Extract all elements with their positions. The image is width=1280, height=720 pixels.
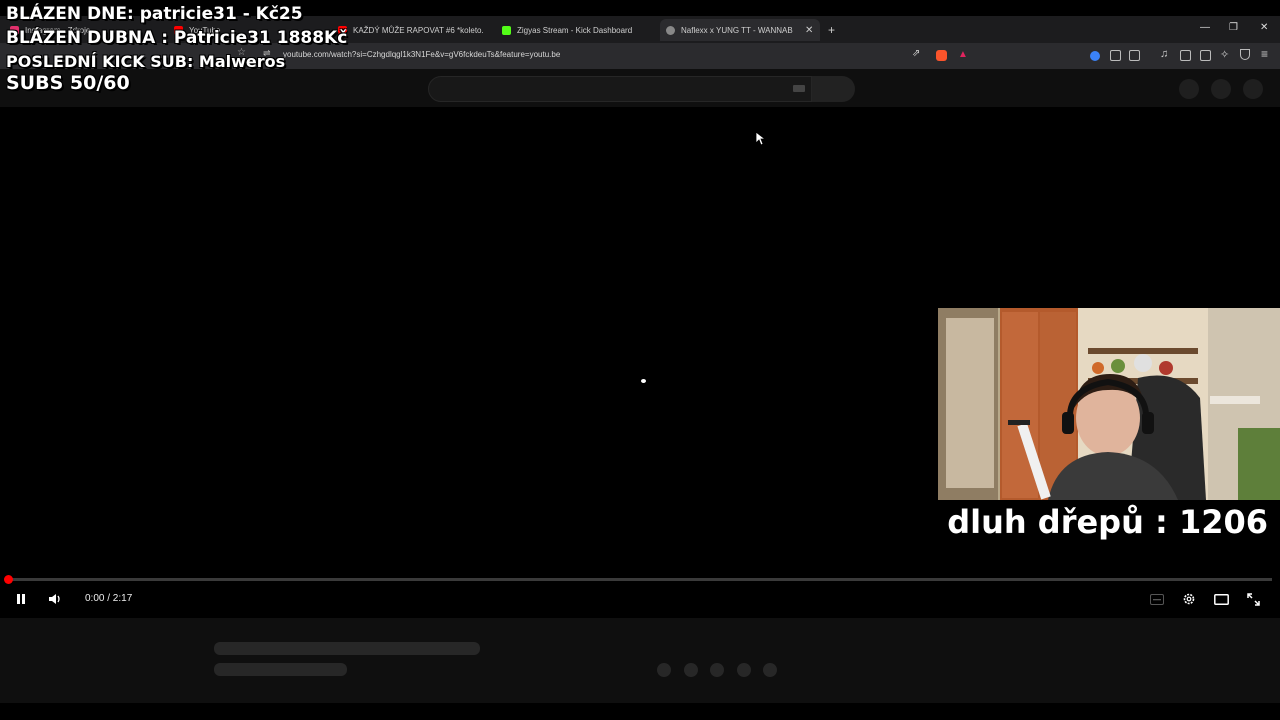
- theater-mode-button[interactable]: [1212, 590, 1230, 608]
- overlay-last-kick-sub: POSLEDNÍ KICK SUB: Malweros: [6, 52, 286, 71]
- wallet-icon[interactable]: [1200, 50, 1211, 61]
- brave-rewards-icon[interactable]: ▲: [958, 49, 968, 60]
- kick-icon: [502, 25, 511, 35]
- channel-skeleton: [214, 663, 347, 676]
- create-icon[interactable]: [1179, 79, 1199, 99]
- overlay-fool-of-month: BLÁZEN DUBNA : Patricie31 1888Kč: [6, 28, 348, 48]
- brave-shield-icon[interactable]: [936, 50, 947, 61]
- vpn-shield-icon[interactable]: [1240, 49, 1250, 60]
- avatar[interactable]: [1243, 79, 1263, 99]
- volume-icon: [49, 594, 60, 604]
- media-control-icon[interactable]: ♫: [1160, 48, 1168, 60]
- settings-button[interactable]: [1180, 590, 1198, 608]
- gear-icon: [1183, 593, 1195, 605]
- tab-kick-dashboard[interactable]: Zigyas Stream - Kick Dashboard: [502, 19, 652, 41]
- action-skeleton: [710, 663, 724, 677]
- minimize-icon[interactable]: —: [1200, 22, 1210, 33]
- url-field[interactable]: youtube.com/watch?si=Czhgdlqgl1k3N1Fe&v=…: [283, 50, 560, 59]
- action-skeleton: [737, 663, 751, 677]
- overlay-fool-of-day: BLÁZEN DNE: patricie31 - Kč25: [6, 4, 303, 24]
- new-tab-button[interactable]: +: [828, 19, 835, 41]
- squat-debt-counter: dluh dřepů : 1206: [947, 503, 1268, 541]
- share-icon[interactable]: ⇗: [912, 48, 920, 59]
- extension-blue-icon[interactable]: [1090, 51, 1100, 61]
- fullscreen-icon: [1246, 592, 1260, 606]
- pause-icon: [17, 594, 25, 604]
- tab-label: Zigyas Stream - Kick Dashboard: [517, 25, 633, 35]
- pause-button[interactable]: [12, 590, 30, 608]
- sidebar-icon[interactable]: [1180, 50, 1191, 61]
- overlay-subs-goal: SUBS 50/60: [6, 72, 130, 94]
- menu-icon[interactable]: ≡: [1261, 47, 1268, 61]
- bottom-bar: [0, 703, 1280, 720]
- theater-mode-icon: [1213, 593, 1229, 605]
- time-display: 0:00 / 2:17: [85, 593, 133, 604]
- audio-tab-icon: [666, 25, 675, 35]
- scrubber-handle[interactable]: [4, 575, 13, 584]
- extensions-puzzle-icon[interactable]: [1110, 50, 1121, 61]
- fullscreen-button[interactable]: [1244, 590, 1262, 608]
- loading-spinner-icon: [641, 379, 646, 383]
- subtitles-icon: [1150, 593, 1164, 605]
- search-input[interactable]: [428, 76, 812, 102]
- leo-ai-icon[interactable]: ✧: [1220, 48, 1229, 61]
- action-skeleton: [657, 663, 671, 677]
- keyboard-icon[interactable]: [793, 85, 805, 92]
- volume-button[interactable]: [46, 590, 64, 608]
- tab-label: KAŽDÝ MŮŽE RAPOVAT #6 *koleto...: [353, 25, 484, 35]
- extension-icon[interactable]: [1129, 50, 1140, 61]
- webcam-feed: [938, 308, 1280, 500]
- window-close-icon[interactable]: ✕: [1260, 22, 1268, 33]
- restore-icon[interactable]: ❐: [1229, 22, 1238, 33]
- notifications-icon[interactable]: [1211, 79, 1231, 99]
- progress-bar[interactable]: [8, 578, 1272, 581]
- tab-label: Naflexx x YUNG TT - WANNABE: [681, 25, 793, 35]
- action-skeleton: [763, 663, 777, 677]
- tab-active-naflexx[interactable]: Naflexx x YUNG TT - WANNABE ✕: [660, 19, 820, 41]
- title-skeleton: [214, 642, 480, 655]
- mouse-cursor-icon: [755, 131, 765, 146]
- action-skeleton: [684, 663, 698, 677]
- tab-kazdy-muze-rapovat[interactable]: KAŽDÝ MŮŽE RAPOVAT #6 *koleto...: [338, 19, 484, 41]
- close-tab-icon[interactable]: ✕: [805, 25, 813, 36]
- search-button[interactable]: [812, 76, 855, 102]
- webcam-image: [938, 308, 1280, 500]
- subtitles-button[interactable]: [1148, 590, 1166, 608]
